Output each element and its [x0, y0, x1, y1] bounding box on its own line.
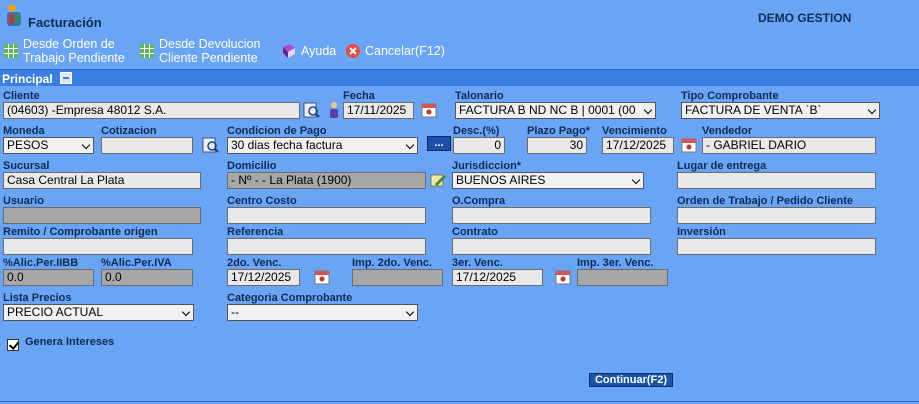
alic-iva-label: %Alic.Per.IVA — [101, 257, 172, 269]
genera-intereses-label: Genera Intereses — [25, 336, 115, 348]
vendedor-label: Vendedor — [702, 125, 753, 137]
venc2-field[interactable]: 17/12/2025 — [227, 269, 300, 286]
lista-precios-select[interactable]: PRECIO ACTUAL — [3, 304, 194, 321]
sucursal-field[interactable]: Casa Central La Plata — [3, 172, 201, 189]
imp-venc2-field — [352, 269, 443, 286]
imp-venc3-label: Imp. 3er. Venc. — [577, 257, 654, 269]
cancel-icon — [346, 44, 360, 58]
app-logo-icon — [7, 4, 21, 26]
vencimiento-label: Vencimiento — [602, 125, 667, 137]
remito-label: Remito / Comprobante origen — [3, 226, 158, 238]
vencimiento-field[interactable]: 17/12/2025 — [602, 137, 674, 154]
usuario-label: Usuario — [3, 195, 44, 207]
genera-intereses-checkbox[interactable] — [7, 339, 19, 351]
alic-iibb-field: 0.0 — [3, 269, 94, 286]
page-title: Facturación — [28, 15, 102, 30]
condicion-pago-label: Condicion de Pago — [227, 125, 327, 137]
fecha-label: Fecha — [343, 90, 375, 102]
calendar-icon[interactable] — [313, 268, 331, 286]
contrato-field[interactable] — [452, 238, 651, 255]
tipo-comprobante-select[interactable]: FACTURA DE VENTA `B` — [681, 102, 880, 119]
categoria-label: Categoria Comprobante — [227, 292, 353, 304]
plazo-pago-field[interactable]: 30 — [527, 137, 587, 154]
domicilio-label: Domicilio — [227, 160, 277, 172]
search-client-icon[interactable] — [302, 101, 320, 119]
moneda-select[interactable]: PESOS — [3, 137, 94, 154]
alic-iva-field: 0.0 — [101, 269, 193, 286]
vendedor-field[interactable]: - GABRIEL DARIO — [702, 137, 876, 154]
sucursal-label: Sucursal — [3, 160, 50, 172]
tipo-comprobante-label: Tipo Comprobante — [681, 90, 779, 102]
ayuda-label: Ayuda — [301, 44, 337, 58]
orden-trabajo-field[interactable] — [677, 207, 876, 224]
calendar-icon[interactable] — [554, 268, 572, 286]
grid-icon — [140, 44, 154, 58]
desde-orden-label-1: Desde Orden de — [23, 37, 115, 51]
search-cotizacion-icon[interactable] — [201, 136, 219, 154]
imp-venc3-field — [577, 269, 668, 286]
cliente-label: Cliente — [3, 90, 40, 102]
section-header — [0, 70, 919, 86]
lugar-entrega-label: Lugar de entrega — [677, 160, 767, 172]
descuento-label: Desc.(%) — [453, 125, 500, 137]
condicion-pago-select[interactable]: 30 dias fecha factura — [227, 137, 418, 154]
condicion-pago-more-button[interactable]: ... — [427, 136, 451, 151]
venc3-label: 3er. Venc. — [452, 257, 503, 269]
continuar-button[interactable]: Continuar(F2) — [589, 373, 673, 387]
referencia-label: Referencia — [227, 226, 284, 238]
venc3-field[interactable]: 17/12/2025 — [452, 269, 543, 286]
help-book-icon — [283, 44, 295, 58]
inversion-field[interactable] — [677, 238, 876, 255]
cliente-field[interactable]: (04603) -Empresa 48012 S.A. — [3, 102, 300, 119]
remito-field[interactable] — [3, 238, 193, 255]
categoria-select[interactable]: -- — [227, 304, 418, 321]
cancelar-label: Cancelar(F12) — [365, 44, 445, 58]
cotizacion-label: Cotizacion — [101, 125, 157, 137]
descuento-field[interactable]: 0 — [453, 137, 505, 154]
alic-iibb-label: %Alic.Per.IIBB — [3, 257, 79, 269]
talonario-label: Talonario — [455, 90, 504, 102]
desde-orden-label-2: Trabajo Pendiente — [23, 51, 125, 65]
grid-icon — [4, 44, 18, 58]
venc2-label: 2do. Venc. — [227, 257, 282, 269]
desde-devol-label-1: Desde Devolucion — [159, 37, 261, 51]
edit-address-icon[interactable] — [429, 171, 447, 189]
inversion-label: Inversión — [677, 226, 726, 238]
talonario-select[interactable]: FACTURA B ND NC B | 0001 (00 — [455, 102, 656, 119]
plazo-pago-label: Plazo Pago* — [527, 125, 590, 137]
jurisdiccion-label: Jurisdiccion* — [452, 160, 522, 172]
ocompra-field[interactable] — [452, 207, 651, 224]
section-title: Principal — [2, 72, 53, 86]
cancelar-button[interactable]: Cancelar(F12) — [345, 43, 445, 59]
orden-trabajo-label: Orden de Trabajo / Pedido Cliente — [677, 195, 854, 207]
moneda-label: Moneda — [3, 125, 45, 137]
brand-label: DEMO GESTION — [758, 11, 852, 25]
fecha-field[interactable]: 17/11/2025 — [343, 102, 414, 119]
cotizacion-field[interactable] — [101, 137, 193, 154]
contrato-label: Contrato — [452, 226, 498, 238]
ocompra-label: O.Compra — [452, 195, 506, 207]
centro-costo-field[interactable] — [227, 207, 426, 224]
jurisdiccion-select[interactable]: BUENOS AIRES — [452, 172, 644, 189]
referencia-field[interactable] — [227, 238, 426, 255]
bottom-divider — [0, 401, 919, 402]
calendar-icon[interactable] — [680, 136, 698, 154]
user-info-icon[interactable] — [325, 101, 343, 119]
ayuda-button[interactable]: Ayuda — [281, 43, 336, 59]
usuario-field — [3, 207, 201, 224]
imp-venc2-label: Imp. 2do. Venc. — [352, 257, 433, 269]
lista-precios-label: Lista Precios — [3, 292, 72, 304]
calendar-icon[interactable] — [420, 101, 438, 119]
lugar-entrega-field[interactable] — [677, 172, 876, 189]
desde-devol-label-2: Cliente Pendiente — [159, 51, 258, 65]
centro-costo-label: Centro Costo — [227, 195, 297, 207]
desde-devolucion-button[interactable]: Desde Devolucion Cliente Pendiente — [139, 37, 260, 65]
domicilio-field: - Nº - - La Plata (1900) — [227, 172, 426, 189]
collapse-icon[interactable] — [60, 72, 72, 84]
desde-orden-trabajo-button[interactable]: Desde Orden de Trabajo Pendiente — [3, 37, 125, 65]
